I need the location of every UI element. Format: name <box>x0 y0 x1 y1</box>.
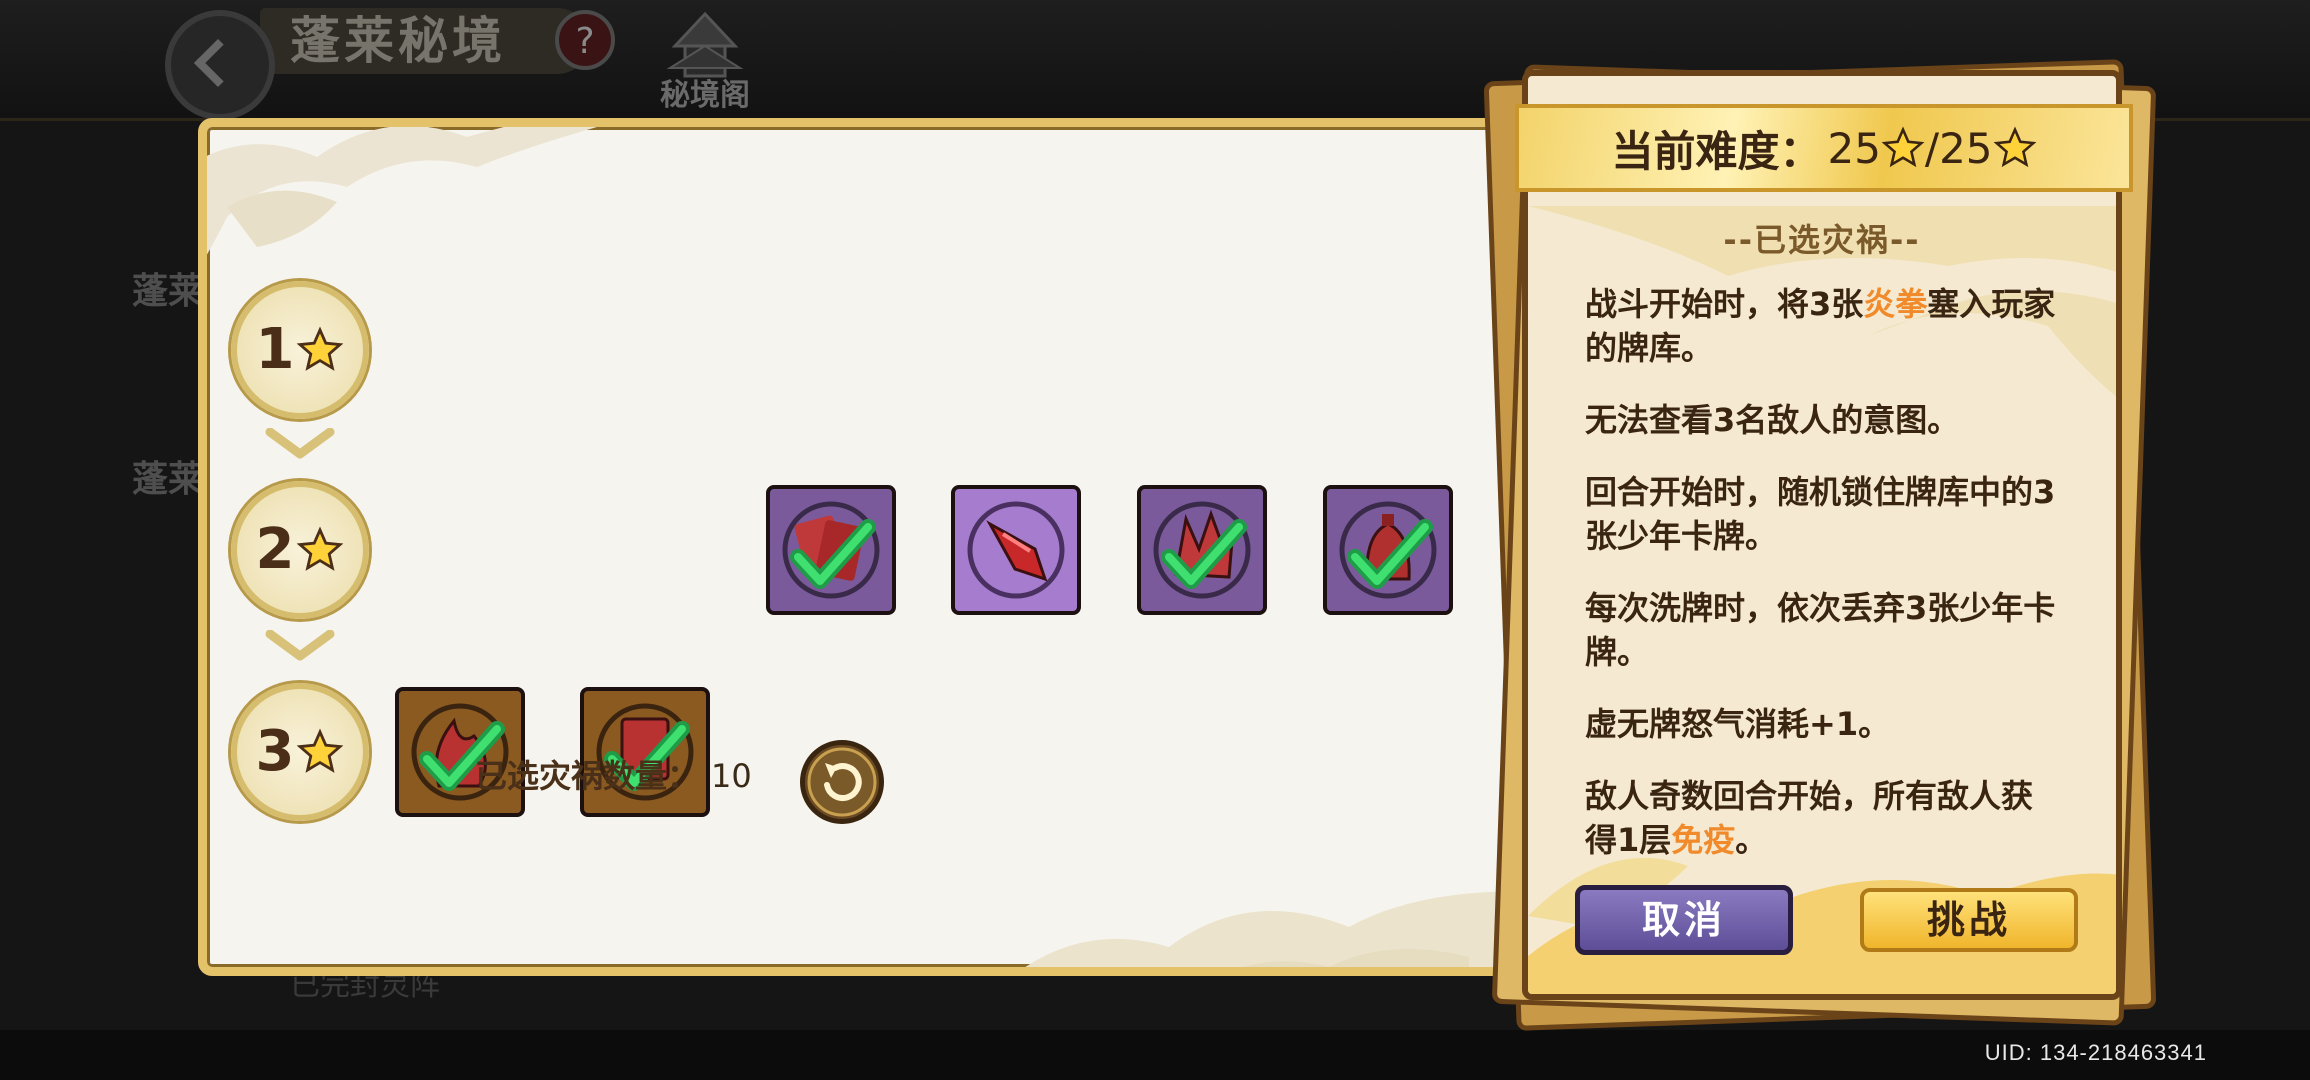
curse-text: 无法查看3名敌人的意图。 <box>1585 401 1960 439</box>
curse-description: 战斗开始时，将3张炎拳塞入玩家的牌库。 <box>1585 282 2060 370</box>
tier-2-badge: 2 <box>231 481 369 619</box>
user-id: UID: 134-218463341 <box>1984 1040 2207 1065</box>
curse-icon[interactable] <box>951 485 1081 615</box>
star-icon <box>297 526 344 571</box>
reset-button[interactable] <box>800 740 884 824</box>
back-button[interactable] <box>165 10 275 120</box>
chevron-down-icon <box>265 428 335 459</box>
difficulty-max: 25 <box>1939 123 1993 173</box>
bottom-band <box>0 1030 2310 1080</box>
tier-level: 3 <box>255 719 295 784</box>
cancel-button[interactable]: 取消 <box>1575 885 1793 955</box>
side-text: 蓬莱 <box>132 459 205 500</box>
curse-icon-selected[interactable] <box>766 485 896 615</box>
curse-text: 敌人奇数回合开始，所有敌人获得1层 <box>1585 777 2034 859</box>
selected-curses-title: --已选灾祸-- <box>1723 221 1921 259</box>
challenge-button[interactable]: 挑战 <box>1860 888 2078 952</box>
star-icon <box>297 728 344 773</box>
side-text: 蓬莱 <box>132 271 205 312</box>
crystal-curse-icon <box>967 501 1065 599</box>
curse-text: 每次洗牌时，依次丢弃3张少年卡牌。 <box>1585 589 2056 671</box>
help-button[interactable]: ? <box>555 10 615 70</box>
curse-keyword: 炎拳 <box>1863 285 1928 323</box>
curse-text: 。 <box>1735 821 1768 859</box>
difficulty-current: 25 <box>1827 123 1881 173</box>
chevron-down-icon <box>265 630 335 661</box>
cards-curse-icon <box>782 501 880 599</box>
cloud-decoration <box>1025 891 1569 967</box>
curse-icon-selected[interactable] <box>1137 485 1267 615</box>
selected-count-label: 已选灾祸数量： <box>475 757 700 795</box>
star-icon <box>1881 126 1925 168</box>
difficulty-value: 25 / 25 <box>1827 124 2036 173</box>
curse-text: 回合开始时，随机锁住牌库中的3张少年卡牌。 <box>1585 473 2056 555</box>
curse-text: 战斗开始时，将3张 <box>1585 285 1864 323</box>
difficulty-label: 当前难度： <box>1611 126 1822 176</box>
star-icon <box>297 326 344 371</box>
bell-curse-icon <box>1339 501 1437 599</box>
pavilion-label: 秘境阁 <box>660 78 750 113</box>
tier-1-badge: 1 <box>231 281 369 419</box>
difficulty-separator: / <box>1924 123 1940 173</box>
tier-3-badge: 3 <box>231 683 369 821</box>
curse-description: 无法查看3名敌人的意图。 <box>1585 398 2060 442</box>
curse-icon-selected[interactable] <box>1323 485 1453 615</box>
reset-icon <box>807 747 877 817</box>
fist-curse-icon <box>1153 501 1251 599</box>
help-icon: ? <box>575 21 595 62</box>
curse-text: 虚无牌怒气消耗+1。 <box>1585 705 1891 743</box>
curse-keyword: 免疫 <box>1671 821 1736 859</box>
selected-count: 已选灾祸数量： 10 <box>475 751 752 797</box>
tier-level: 1 <box>255 317 295 382</box>
curse-description: 虚无牌怒气消耗+1。 <box>1585 702 2060 746</box>
curse-description: 每次洗牌时，依次丢弃3张少年卡牌。 <box>1585 586 2060 674</box>
curse-description: 回合开始时，随机锁住牌库中的3张少年卡牌。 <box>1585 470 2060 558</box>
screen-title: 蓬莱秘境 <box>260 8 590 74</box>
difficulty-header: 当前难度： 25 / 25 <box>1515 104 2133 192</box>
selected-count-value: 10 <box>711 757 752 795</box>
tier-level: 2 <box>255 517 295 582</box>
curse-description: 敌人奇数回合开始，所有敌人获得1层免疫。 <box>1585 774 2060 862</box>
star-icon <box>1993 126 2036 168</box>
curse-list: 战斗开始时，将3张炎拳塞入玩家的牌库。 无法查看3名敌人的意图。 回合开始时，随… <box>1585 282 2060 890</box>
cloud-decoration <box>207 127 597 255</box>
